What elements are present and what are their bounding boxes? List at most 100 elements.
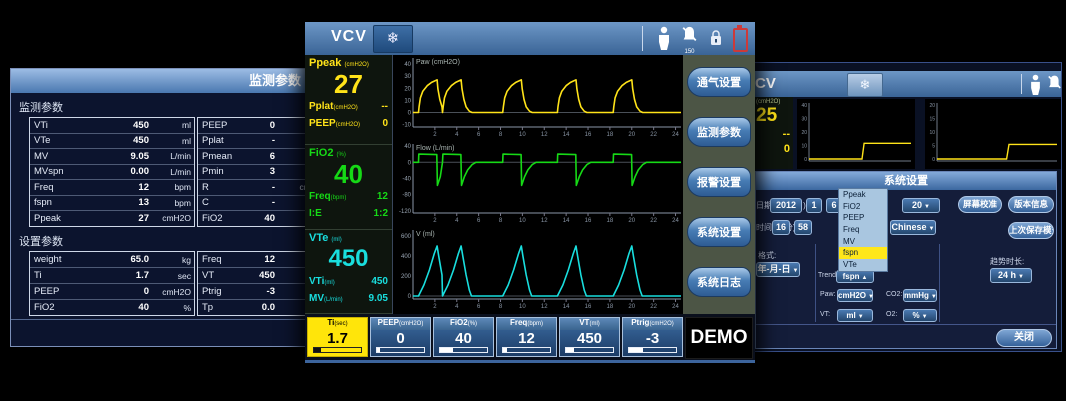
param-value: 12 — [377, 189, 388, 206]
setting-key-value: 0 — [371, 330, 430, 347]
menu-button-0[interactable]: 通气设置 — [687, 67, 751, 97]
alarm-volume-value: 20 — [912, 200, 922, 210]
ppeak-value: 25 — [756, 105, 790, 127]
row-label: MVspn — [30, 166, 80, 177]
language-dropdown[interactable]: Chinese▼ — [890, 220, 936, 235]
chevron-down-icon: ▼ — [858, 314, 864, 320]
setting-key-ti[interactable]: Ti(sec)1.7 — [307, 317, 368, 357]
date-year-field[interactable]: 2012 — [770, 198, 802, 213]
menu-button-column: 通气设置监测参数报警设置系统设置系统日志 — [683, 55, 755, 314]
trend-duration-dropdown[interactable]: 24 h▼ — [990, 268, 1032, 283]
row-value: 40 — [248, 213, 281, 224]
unit-dropdown-paw[interactable]: cmH2O▼ — [837, 289, 873, 302]
svg-text:4: 4 — [455, 218, 459, 224]
svg-text:30: 30 — [404, 74, 411, 80]
menu-button-1[interactable]: 监测参数 — [687, 117, 751, 147]
dropdown-item[interactable]: VTe — [839, 259, 887, 271]
setting-key-unit: (sec) — [334, 321, 347, 327]
patient-icon[interactable] — [657, 26, 671, 55]
dropdown-item[interactable]: fspn — [839, 247, 887, 259]
time-minute-field[interactable]: 58 — [794, 220, 812, 235]
patient-icon — [1029, 74, 1042, 100]
row-label: C — [198, 197, 248, 208]
row-value: - — [248, 135, 281, 146]
dropdown-item[interactable]: FiO2 — [839, 201, 887, 213]
svg-text:6: 6 — [477, 304, 481, 310]
date-month-field[interactable]: 1 — [806, 198, 822, 213]
setting-key-freq[interactable]: Freq(bpm)12 — [496, 317, 557, 357]
row-unit: ml — [155, 120, 194, 130]
setting-key-unit: (bpm) — [527, 321, 543, 327]
language-value: Chinese — [892, 222, 927, 232]
svg-text:5: 5 — [932, 144, 935, 150]
param-value: 1:2 — [374, 206, 388, 223]
param-row: I:E 1:2 — [309, 206, 388, 223]
format-value: 年-月-日 — [758, 264, 791, 274]
row-unit: ml — [155, 136, 194, 146]
setting-key-ptrig[interactable]: Ptrig(cmH2O)-3 — [622, 317, 683, 357]
param-name: I:E — [309, 206, 322, 223]
svg-text:22: 22 — [650, 132, 657, 138]
progress-fill — [566, 348, 574, 352]
row-label: Ti — [30, 270, 80, 281]
setting-key-vt[interactable]: VT(ml)450 — [559, 317, 620, 357]
unit-value: mmHg — [904, 291, 929, 300]
svg-text:14: 14 — [563, 218, 570, 224]
unit-dropdown-vt[interactable]: ml▼ — [837, 309, 873, 322]
time-hour-field[interactable]: 16 — [772, 220, 790, 235]
progress-fill — [440, 348, 453, 352]
dropdown-item[interactable]: Freq — [839, 224, 887, 236]
unit-dropdown-o2[interactable]: %▼ — [903, 309, 937, 322]
setting-key-peep[interactable]: PEEP(cmH2O)0 — [370, 317, 431, 357]
dropdown-item[interactable]: PEEP — [839, 212, 887, 224]
menu-button-2[interactable]: 报警设置 — [687, 167, 751, 197]
param-unit: (L/min) — [324, 297, 343, 303]
header-bar: VCV ❄ 150 — [305, 22, 755, 56]
setting-key-fio2[interactable]: FiO2(%)40 — [433, 317, 494, 357]
chevron-down-icon: ▼ — [931, 294, 937, 300]
svg-text:6: 6 — [477, 218, 481, 224]
menu-button-4[interactable]: 系统日志 — [687, 267, 751, 297]
table-row: FiO240 — [198, 211, 320, 226]
unit-dropdown-co2[interactable]: mmHg▼ — [903, 289, 937, 302]
param-name: VTi(ml) — [309, 274, 335, 291]
cell-text: MV — [309, 293, 324, 304]
close-button[interactable]: 关闭 — [996, 329, 1052, 347]
freeze-icon[interactable]: ❄ — [847, 73, 883, 97]
svg-text:30: 30 — [801, 117, 807, 123]
param-name: Pplat(cmH2O) — [309, 99, 358, 116]
menu-button-3[interactable]: 系统设置 — [687, 217, 751, 247]
stage: 监测参数 监测参数 VTi450mlVTe450mlMV9.05L/minMVs… — [0, 0, 1066, 401]
dialog-title: 系统设置 — [756, 172, 1056, 190]
dropdown-item[interactable]: Ppeak — [839, 189, 887, 201]
param-block: Ppeak (cmH2O)27Pplat(cmH2O)--PEEP(cmH2O)… — [305, 55, 392, 145]
param-unit: (cmH2O) — [344, 62, 368, 68]
divider — [11, 319, 311, 320]
svg-text:20: 20 — [404, 86, 411, 92]
freeze-icon[interactable]: ❄ — [373, 25, 413, 53]
dropdown-item[interactable]: MV — [839, 236, 887, 248]
row-unit: kg — [155, 255, 194, 265]
svg-text:18: 18 — [607, 304, 614, 310]
param-value: -- — [381, 99, 388, 116]
cell-text: Ptrig — [631, 318, 649, 327]
setting-key-value: 12 — [497, 330, 556, 347]
row-value: 6 — [248, 151, 281, 162]
screen-calibration-button[interactable]: 屏幕校准 — [958, 196, 1002, 213]
progress-track — [628, 347, 677, 353]
alarm-volume-dropdown[interactable]: 20▼ — [902, 198, 940, 213]
table-row: VTe450ml — [30, 134, 194, 150]
setting-key-label: FiO2(%) — [434, 318, 493, 330]
mini-waveform-2: 20151050 — [925, 99, 1061, 169]
restore-mode-button[interactable]: 上次保存模式 — [1008, 222, 1054, 239]
svg-text:0: 0 — [932, 157, 935, 163]
waveform-paw: 403020100-1024681012141618202224Paw (cmH… — [393, 55, 683, 141]
svg-text:600: 600 — [401, 234, 412, 240]
svg-text:16: 16 — [585, 132, 592, 138]
param-name: FiO2 — [309, 147, 333, 159]
version-info-button[interactable]: 版本信息 — [1008, 196, 1054, 213]
cell-text: PEEP — [378, 318, 399, 327]
svg-text:18: 18 — [607, 218, 614, 224]
alarm-pause-icon — [1047, 74, 1062, 97]
date-format-dropdown[interactable]: 年-月-日▼ — [756, 262, 800, 277]
